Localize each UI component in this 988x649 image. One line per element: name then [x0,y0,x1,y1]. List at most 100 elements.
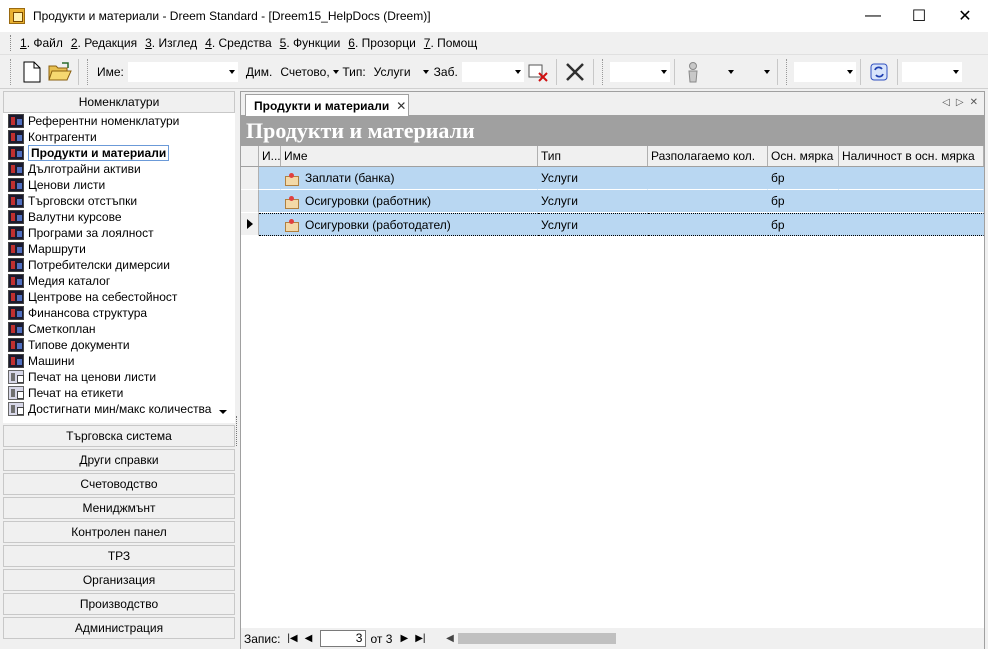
new-document-button[interactable] [18,58,46,86]
nav-item[interactable]: Медия каталог [3,273,235,289]
last-record-icon[interactable]: ▶| [412,631,428,647]
menu-file-key: 1 [20,36,27,50]
new-document-icon [23,61,41,82]
nav-item[interactable]: Референтни номенклатури [3,113,235,129]
chevron-down-icon [660,69,667,74]
toolbar: Име: Дим. Счетово, Тип: Услуги Заб. [0,55,988,89]
table-row[interactable]: Осигуровки (работник) Услуги бр [241,190,984,213]
tab-products[interactable]: Продукти и материали ✕ [245,94,409,116]
grid-header-name[interactable]: Име [281,146,538,166]
nav-item-label: Ценови листи [28,178,106,192]
nav-group-button[interactable]: Счетоводство [3,473,235,495]
tab-scroll-left-icon[interactable]: ◁ [942,97,950,108]
scroll-left-icon[interactable]: ◀ [444,631,456,646]
nav-group-button[interactable]: Организация [3,569,235,591]
open-folder-button[interactable] [46,58,74,86]
grid-header-unit[interactable]: Осн. мярка [768,146,839,166]
dimension-filter-combo[interactable]: Счетово, [276,61,339,82]
user-button[interactable] [679,58,707,86]
nav-item[interactable]: Търговски отстъпки [3,193,235,209]
nav-group-button[interactable]: Администрация [3,617,235,639]
table-row[interactable]: Заплати (банка) Услуги бр [241,167,984,190]
note-filter-label: Заб. [433,64,458,79]
grid-header-type[interactable]: Тип [538,146,648,166]
toolbar-separator [555,58,557,85]
menu-view[interactable]: 3. Изглед [142,36,202,50]
cell-type: Услуги [538,190,648,213]
nav-item[interactable]: Достигнати мин/макс количества [3,401,235,417]
nav-item[interactable]: Центрове на себестойност [3,289,235,305]
maximize-button[interactable]: ☐ [896,0,942,32]
toolbar-separator [78,58,79,85]
nav-item[interactable]: Печат на ценови листи [3,369,235,385]
nav-group-button[interactable]: ТРЗ [3,545,235,567]
nav-item[interactable]: Потребителски димерсии [3,257,235,273]
dimension-filter-label: Дим. [245,64,273,79]
nav-item[interactable]: Типове документи [3,337,235,353]
menu-windows[interactable]: 6. Прозорци [345,36,420,50]
cell-name: Осигуровки (работодател) [281,213,538,236]
menu-help[interactable]: 7. Помощ [421,36,482,50]
nav-item[interactable]: Финансова структура [3,305,235,321]
menu-file[interactable]: 1. Файл [17,36,68,50]
toolbar-combo-5[interactable] [901,61,962,82]
nav-item-label: Продукти и материали [28,145,170,161]
tab-scroll-right-icon[interactable]: ▷ [956,97,964,108]
toolbar-grip-icon [601,58,606,85]
nav-item[interactable]: Продукти и материали [3,145,235,161]
nav-item[interactable]: Контрагенти [3,129,235,145]
record-number-input[interactable]: 3 [320,630,367,647]
nav-group-button[interactable]: Мениджмънт [3,497,235,519]
tab-close-all-icon[interactable]: ✕ [970,97,978,108]
nav-group-button[interactable]: Търговска система [3,425,235,447]
refresh-button[interactable] [865,58,893,86]
grid-header-available[interactable]: Разполагаемо кол. [648,146,768,166]
nav-item[interactable]: Сметкоплан [3,321,235,337]
menu-file-label: . Файл [26,36,63,50]
menu-help-label: . Помощ [430,36,478,50]
toolbar-combo-2[interactable] [706,61,737,82]
cell-name: Осигуровки (работник) [281,190,538,213]
nav-item[interactable]: Програми за лоялност [3,225,235,241]
clear-filter-button[interactable] [524,58,552,86]
toolbar-combo-4[interactable] [793,61,856,82]
nav-group-button[interactable]: Други справки [3,449,235,471]
name-filter-combo[interactable] [127,61,238,82]
record-label: Запис: [244,631,281,646]
scroll-down-icon[interactable] [219,410,227,414]
grid-header-icon[interactable]: И... [259,146,281,166]
nav-group-button[interactable]: Производство [3,593,235,615]
table-row[interactable]: Осигуровки (работодател) Услуги бр [241,213,984,236]
nav-group-button[interactable]: Контролен панел [3,521,235,543]
print-icon [8,386,24,400]
chevron-down-icon [763,69,770,74]
delete-button[interactable] [561,58,589,86]
nav-header-nomenclatures[interactable]: Номенклатури [3,91,235,113]
note-filter-combo[interactable] [461,61,524,82]
horizontal-scrollbar[interactable]: ◀ [444,631,982,646]
next-record-icon[interactable]: ▶ [396,631,412,647]
minimize-button[interactable]: — [850,0,896,32]
close-button[interactable]: ✕ [942,0,988,32]
menu-tools[interactable]: 4. Средства [202,36,277,50]
list-icon [8,354,24,368]
grid-header-stock[interactable]: Наличност в осн. мярка [839,146,984,166]
panel-splitter[interactable] [235,91,239,649]
nav-item[interactable]: Машини [3,353,235,369]
list-icon [8,258,24,272]
toolbar-combo-1[interactable] [609,61,670,82]
nav-item[interactable]: Дълготрайни активи [3,161,235,177]
menu-functions[interactable]: 5. Функции [277,36,346,50]
nav-item[interactable]: Печат на етикети [3,385,235,401]
nav-item[interactable]: Маршрути [3,241,235,257]
nav-item[interactable]: Ценови листи [3,177,235,193]
menu-edit[interactable]: 2. Редакция [68,36,142,50]
tab-close-icon[interactable]: ✕ [396,99,406,113]
type-filter-value: Услуги [373,64,411,79]
prev-record-icon[interactable]: ◀ [300,631,316,647]
toolbar-combo-3[interactable] [740,61,773,82]
type-filter-combo[interactable]: Услуги [369,61,432,82]
nav-item[interactable]: Валутни курсове [3,209,235,225]
first-record-icon[interactable]: |◀ [284,631,300,647]
scroll-thumb[interactable] [458,633,616,644]
